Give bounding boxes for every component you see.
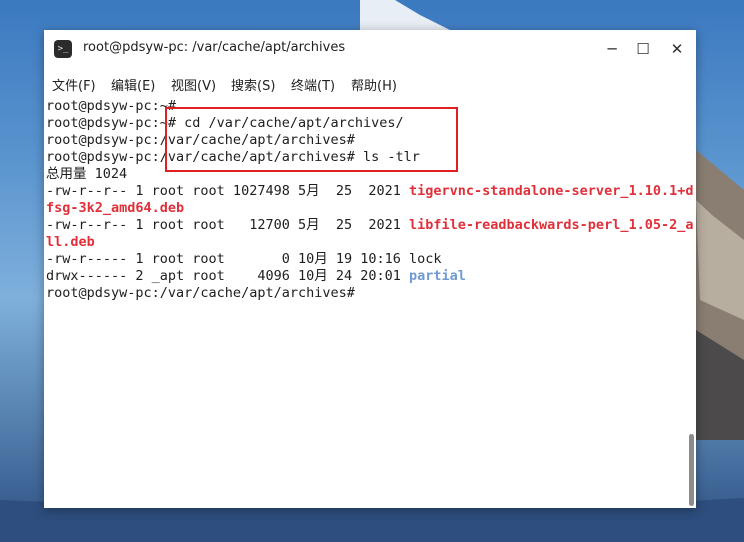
maximize-icon[interactable]: ☐ <box>632 38 654 60</box>
terminal-app-icon: >_ <box>54 40 72 58</box>
deb-filename-wrap: fsg-3k2_amd64.deb <box>46 200 185 216</box>
title-bar[interactable]: >_ root@pdsyw-pc: /var/cache/apt/archive… <box>44 30 696 68</box>
deb-filename: tigervnc-standalone-server_1.10.1+d <box>409 183 694 199</box>
terminal-prompt: root@pdsyw-pc:/var/cache/apt/archives# <box>46 285 355 301</box>
menu-search[interactable]: 搜索(S) <box>231 75 275 94</box>
menu-terminal[interactable]: 终端(T) <box>291 75 335 94</box>
terminal-output[interactable]: root@pdsyw-pc:~# root@pdsyw-pc:~# cd /va… <box>44 98 696 508</box>
annotation-highlight-box <box>165 107 458 172</box>
deb-filename: libfile-readbackwards-perl_1.05-2_a <box>409 217 694 233</box>
directory-name: partial <box>409 268 466 284</box>
file-meta: -rw-r--r-- 1 root root 1027498 5月 25 202… <box>46 183 409 199</box>
deb-filename-wrap: ll.deb <box>46 234 95 250</box>
menu-edit[interactable]: 编辑(E) <box>111 75 155 94</box>
file-meta: -rw-r--r-- 1 root root 12700 5月 25 2021 <box>46 217 409 233</box>
close-icon[interactable]: ✕ <box>666 38 688 60</box>
menu-file[interactable]: 文件(F) <box>52 75 96 94</box>
file-meta: -rw-r----- 1 root root 0 10月 19 10:16 <box>46 251 409 267</box>
menu-bar: 文件(F) 编辑(E) 视图(V) 搜索(S) 终端(T) 帮助(H) <box>44 70 696 96</box>
scrollbar-thumb[interactable] <box>689 434 694 506</box>
file-meta: drwx------ 2 _apt root 4096 10月 24 20:01 <box>46 268 409 284</box>
minimize-icon[interactable]: ─ <box>601 38 623 60</box>
window-title: root@pdsyw-pc: /var/cache/apt/archives <box>83 40 346 55</box>
menu-view[interactable]: 视图(V) <box>171 75 216 94</box>
file-entry-row: -rw-r--r-- 1 root root 1027498 5月 25 202… <box>46 183 693 200</box>
file-entry-row: drwx------ 2 _apt root 4096 10月 24 20:01… <box>46 268 466 285</box>
terminal-line: root@pdsyw-pc:~# <box>46 98 177 114</box>
menu-help[interactable]: 帮助(H) <box>351 75 397 94</box>
file-entry-row: -rw-r----- 1 root root 0 10月 19 10:16 lo… <box>46 251 442 268</box>
file-entry-row: -rw-r--r-- 1 root root 12700 5月 25 2021 … <box>46 217 693 234</box>
terminal-window: >_ root@pdsyw-pc: /var/cache/apt/archive… <box>44 30 696 508</box>
terminal-line: 总用量 1024 <box>46 166 128 182</box>
filename: lock <box>409 251 442 267</box>
